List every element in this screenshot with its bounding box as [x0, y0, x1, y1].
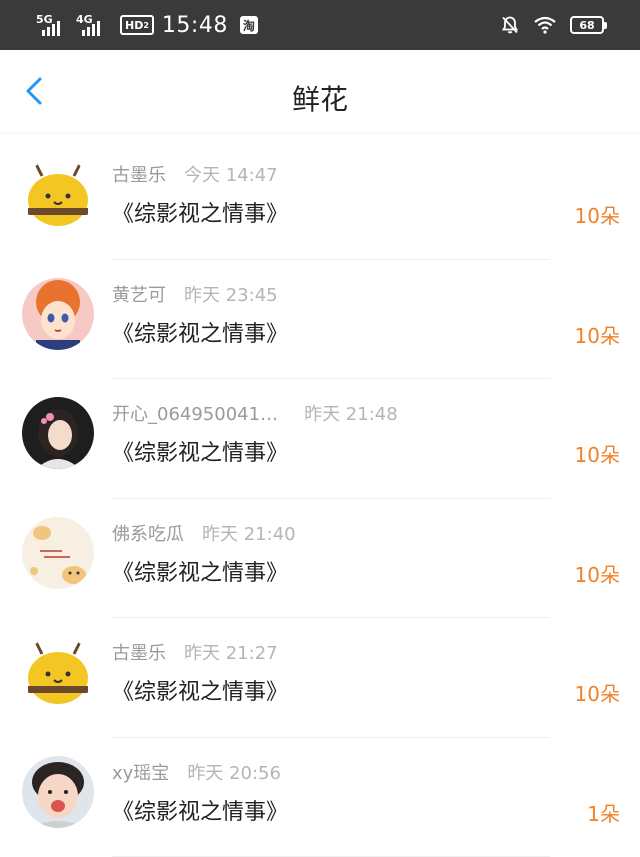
list-item[interactable]: 古墨乐 昨天 21:27 《综影视之情事》 10朵	[0, 618, 640, 738]
bee-avatar[interactable]	[22, 636, 94, 708]
list-item[interactable]: xy瑶宝 昨天 20:56 《综影视之情事》 1朵	[0, 738, 640, 857]
book-title[interactable]: 《综影视之情事》	[112, 196, 288, 228]
signal-5g-icon: 5G	[36, 12, 70, 38]
book-title[interactable]: 《综影视之情事》	[112, 435, 288, 467]
book-title[interactable]: 《综影视之情事》	[112, 555, 288, 587]
record-meta: 开心_064950041… 昨天 21:48	[112, 401, 398, 425]
book-title[interactable]: 《综影视之情事》	[112, 316, 288, 348]
flower-count: 10朵	[574, 323, 620, 348]
taobao-notification-icon: 淘	[239, 16, 258, 34]
record-time: 昨天 21:40	[202, 523, 296, 545]
record-time: 昨天 23:45	[184, 284, 278, 306]
flower-record-list: 古墨乐 今天 14:47 《综影视之情事》 10朵 黄艺可 昨天 23:45 《…	[0, 140, 640, 857]
page-title: 鲜花	[291, 83, 348, 116]
status-left: 5G 4G HD 2 15:48 淘	[36, 10, 258, 40]
hd-sub-label: 2	[143, 20, 149, 30]
record-time: 今天 14:47	[184, 165, 278, 186]
book-title[interactable]: 《综影视之情事》	[112, 674, 288, 706]
sender-name[interactable]: 黄艺可	[112, 281, 166, 307]
signal-4g-icon: 4G	[76, 12, 110, 38]
battery-level: 68	[579, 18, 595, 32]
record-meta: xy瑶宝 昨天 20:56	[112, 760, 281, 784]
bell-off-icon	[501, 16, 519, 34]
sender-name[interactable]: 古墨乐	[112, 161, 166, 187]
bee-avatar[interactable]	[22, 158, 94, 230]
record-time: 昨天 21:48	[304, 404, 398, 425]
flower-count: 10朵	[574, 204, 620, 228]
record-meta: 古墨乐 今天 14:47	[112, 162, 278, 186]
sender-name[interactable]: 开心_064950041…	[112, 400, 278, 426]
status-right: 68	[500, 13, 607, 37]
list-item[interactable]: 黄艺可 昨天 23:45 《综影视之情事》 10朵	[0, 260, 640, 379]
flower-count: 1朵	[587, 801, 620, 826]
status-bar: 5G 4G HD 2 15:48 淘 68	[0, 0, 640, 50]
photo-girl-avatar[interactable]	[22, 397, 94, 469]
record-time: 昨天 21:27	[184, 643, 278, 664]
list-item[interactable]: 佛系吃瓜 昨天 21:40 《综影视之情事》 10朵	[0, 499, 640, 618]
sender-name[interactable]: 佛系吃瓜	[112, 520, 184, 546]
wifi-icon	[534, 16, 556, 34]
nav-bar: 鲜花	[0, 50, 640, 132]
list-item[interactable]: 古墨乐 今天 14:47 《综影视之情事》 10朵	[0, 140, 640, 260]
hd-voice-icon: HD 2	[120, 15, 154, 35]
book-title[interactable]: 《综影视之情事》	[112, 794, 288, 826]
record-time: 昨天 20:56	[187, 762, 281, 784]
flower-count: 10朵	[574, 682, 620, 706]
sender-name[interactable]: 古墨乐	[112, 639, 166, 665]
child-photo-avatar[interactable]	[22, 755, 94, 828]
sender-name[interactable]: xy瑶宝	[112, 759, 169, 785]
cat-doodle-avatar[interactable]	[22, 516, 94, 589]
list-item[interactable]: 开心_064950041… 昨天 21:48 《综影视之情事》 10朵	[0, 379, 640, 499]
flower-count: 10朵	[574, 443, 620, 467]
flower-count: 10朵	[574, 562, 620, 587]
hd-label: HD	[125, 18, 144, 32]
record-meta: 黄艺可 昨天 23:45	[112, 282, 278, 306]
anime-girl-avatar[interactable]	[22, 277, 94, 350]
clock: 15:48	[161, 12, 228, 38]
battery-icon: 68	[570, 16, 607, 34]
record-meta: 佛系吃瓜 昨天 21:40	[112, 521, 296, 545]
record-meta: 古墨乐 昨天 21:27	[112, 640, 278, 664]
